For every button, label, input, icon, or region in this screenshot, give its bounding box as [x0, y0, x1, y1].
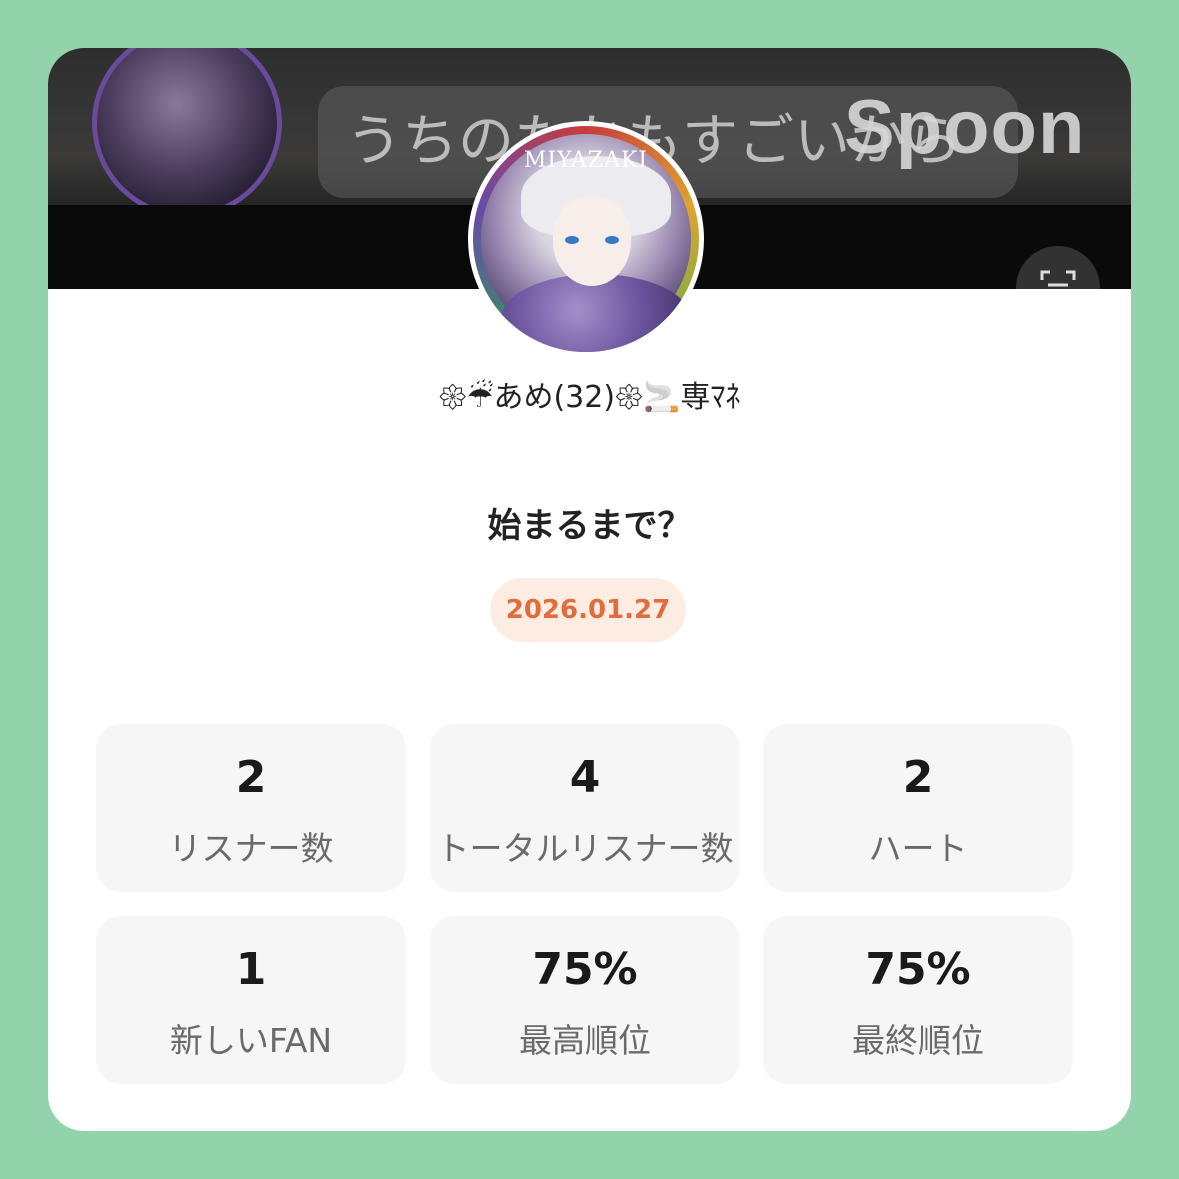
- stat-label: 新しいFAN: [169, 1021, 333, 1060]
- chat-user-avatar: [92, 48, 282, 218]
- stat-label: ハート: [868, 829, 968, 868]
- stat-value: 4: [569, 752, 601, 803]
- date-badge: 2026.01.27: [490, 578, 686, 642]
- stat-label: 最高順位: [519, 1021, 651, 1060]
- stat-card-total-listeners: 4 トータルリスナー数: [430, 724, 740, 892]
- stat-value: 2: [235, 752, 267, 803]
- username: 𑁍☔あめ(32)𑁍🚬専ﾏﾈ: [438, 380, 741, 415]
- flower-decoration: [501, 274, 691, 352]
- stat-card-listeners: 2 リスナー数: [96, 724, 406, 892]
- stat-card-final-rank: 75% 最終順位: [763, 916, 1073, 1084]
- avatar-caption: MIYAZAKI: [523, 148, 649, 173]
- stat-label: トータルリスナー数: [436, 829, 734, 868]
- event-title: 始まるまで？: [487, 506, 692, 546]
- avatar-face: [553, 196, 631, 286]
- stat-card-new-fans: 1 新しいFAN: [96, 916, 406, 1084]
- stat-card-highest-rank: 75% 最高順位: [430, 916, 740, 1084]
- avatar-eye-right: [605, 236, 619, 244]
- profile-avatar[interactable]: MIYAZAKI: [468, 121, 704, 357]
- summary-card: うちのたかもすごいから Spoon MIYAZAKI 𑁍☔あめ(32)𑁍🚬専ﾏﾈ…: [48, 48, 1131, 1131]
- stat-value: 1: [235, 944, 267, 995]
- stat-value: 75%: [865, 944, 971, 995]
- spoon-logo: Spoon: [844, 85, 1086, 170]
- stat-value: 2: [902, 752, 934, 803]
- stat-label: 最終順位: [852, 1021, 984, 1060]
- stat-label: リスナー数: [168, 829, 334, 868]
- avatar-eye-left: [565, 236, 579, 244]
- stat-card-hearts: 2 ハート: [763, 724, 1073, 892]
- stat-value: 75%: [532, 944, 638, 995]
